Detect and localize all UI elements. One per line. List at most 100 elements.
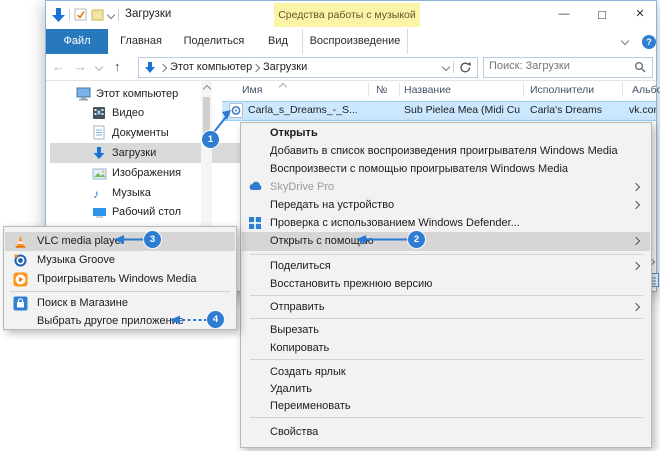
- submenu-item-search-store[interactable]: Поиск в Магазине: [5, 294, 235, 312]
- menu-item-share[interactable]: Поделиться: [242, 257, 650, 275]
- breadcrumb-this-pc[interactable]: Этот компьютер: [170, 58, 252, 77]
- search-icon[interactable]: [634, 61, 647, 79]
- column-header-album[interactable]: Альбом: [632, 81, 660, 99]
- up-icon[interactable]: ↑: [114, 54, 121, 80]
- store-icon: [13, 296, 28, 311]
- submenu-item-groove-music[interactable]: Музыка Groove: [5, 251, 235, 269]
- breadcrumb-downloads[interactable]: Загрузки: [263, 58, 307, 77]
- open-with-submenu: VLC media player Музыка Groove Проигрыва…: [3, 226, 237, 330]
- computer-icon: [76, 87, 91, 108]
- menu-item-copy[interactable]: Копировать: [242, 339, 650, 357]
- tab-share[interactable]: Поделиться: [174, 29, 254, 54]
- tab-play[interactable]: Воспроизведение: [302, 29, 408, 54]
- submenu-chevron-icon: [632, 183, 640, 191]
- sidebar-item-documents[interactable]: Документы: [92, 123, 169, 143]
- forward-icon[interactable]: →: [74, 54, 87, 80]
- breadcrumb-chevron-icon[interactable]: [159, 63, 167, 71]
- callout-badge-1: 1: [202, 131, 219, 148]
- menu-item-cast-to-device[interactable]: Передать на устройство: [242, 196, 650, 214]
- vlc-icon: [13, 234, 28, 249]
- recent-locations-chevron-icon[interactable]: [95, 63, 103, 71]
- sidebar-item-downloads[interactable]: Загрузки: [50, 143, 246, 163]
- divider: [453, 61, 454, 73]
- menu-separator: [250, 417, 643, 418]
- search-input[interactable]: [489, 60, 619, 72]
- breadcrumb-chevron-icon[interactable]: [252, 63, 260, 71]
- refresh-icon[interactable]: [459, 61, 472, 79]
- menu-item-add-to-wmp-playlist[interactable]: Добавить в список воспроизведения проигр…: [242, 142, 650, 160]
- scroll-up-icon[interactable]: [203, 85, 211, 93]
- search-box[interactable]: [483, 57, 653, 78]
- menu-item-cut[interactable]: Вырезать: [242, 321, 650, 339]
- wmp-icon: [13, 272, 28, 287]
- callout-badge-4: 4: [207, 311, 224, 328]
- menu-item-open[interactable]: Открыть: [242, 124, 650, 142]
- context-menu: Открыть Добавить в список воспроизведени…: [240, 122, 652, 448]
- desktop-icon: [92, 206, 107, 226]
- sort-ascending-icon: [279, 83, 287, 91]
- address-bar[interactable]: Этот компьютер Загрузки: [138, 57, 478, 78]
- sidebar-item-this-pc[interactable]: Этот компьютер: [76, 84, 178, 104]
- divider: [118, 9, 119, 21]
- menu-item-scan-with-defender[interactable]: Проверка с использованием Windows Defend…: [242, 214, 650, 232]
- sidebar-item-video[interactable]: Видео: [92, 103, 144, 123]
- windows-defender-icon: [248, 216, 263, 231]
- menu-item-send-to[interactable]: Отправить: [242, 298, 650, 316]
- contextual-tab-group-label[interactable]: Средства работы с музыкой: [274, 3, 420, 27]
- sidebar-item-music[interactable]: ♪ Музыка: [92, 183, 151, 203]
- music-icon: ♪: [93, 184, 99, 204]
- tab-home[interactable]: Главная: [108, 29, 174, 54]
- callout-badge-2: 2: [408, 231, 425, 248]
- submenu-chevron-icon: [632, 237, 640, 245]
- close-button[interactable]: ✕: [624, 1, 656, 28]
- menu-separator: [250, 254, 643, 255]
- menu-item-play-with-wmp[interactable]: Воспроизвести с помощью проигрывателя Wi…: [242, 160, 650, 178]
- sidebar-item-desktop[interactable]: Рабочий стол: [92, 202, 181, 222]
- menu-separator: [250, 318, 643, 319]
- column-divider: [399, 82, 400, 97]
- file-title-cell[interactable]: Sub Pielea Mea (Midi Cult...: [404, 101, 520, 119]
- file-artists-cell[interactable]: Carla's Dreams: [530, 101, 620, 119]
- submenu-item-choose-another-app[interactable]: Выбрать другое приложение: [5, 312, 235, 330]
- submenu-item-windows-media-player[interactable]: Проигрыватель Windows Media: [5, 270, 235, 288]
- file-name-cell[interactable]: Carla_s_Dreams_-_S...: [248, 101, 366, 119]
- address-dropdown-chevron-icon[interactable]: [442, 62, 450, 70]
- qat-properties-check-icon[interactable]: [74, 8, 88, 27]
- column-header-artists[interactable]: Исполнители: [530, 81, 594, 99]
- column-header-title[interactable]: Название: [404, 81, 451, 99]
- maximize-button[interactable]: □: [586, 1, 618, 28]
- menu-separator: [250, 359, 643, 360]
- column-divider: [622, 82, 623, 97]
- titlebar: Загрузки Средства работы с музыкой — □ ✕: [46, 1, 656, 29]
- media-file-icon[interactable]: [229, 103, 243, 123]
- menu-item-properties[interactable]: Свойства: [242, 423, 650, 441]
- submenu-chevron-icon: [632, 201, 640, 209]
- downloads-icon[interactable]: [51, 7, 66, 28]
- menu-item-create-shortcut[interactable]: Создать ярлык: [242, 363, 650, 381]
- downloads-icon: [144, 61, 156, 79]
- submenu-item-vlc[interactable]: VLC media player: [5, 232, 235, 251]
- menu-item-delete[interactable]: Удалить: [242, 380, 650, 398]
- minimize-button[interactable]: —: [548, 1, 580, 28]
- menu-separator: [10, 291, 230, 292]
- menu-separator: [250, 295, 643, 296]
- qat-customize-chevron-icon[interactable]: [107, 11, 115, 19]
- column-header-name[interactable]: Имя: [242, 81, 262, 99]
- menu-item-rename[interactable]: Переименовать: [242, 397, 650, 415]
- menu-item-open-with[interactable]: Открыть с помощью: [242, 232, 650, 251]
- column-header-number[interactable]: №: [376, 81, 387, 99]
- file-album-cell[interactable]: vk.com/m: [629, 101, 656, 119]
- sidebar-item-pictures[interactable]: Изображения: [92, 163, 181, 183]
- divider: [69, 9, 70, 21]
- window-title: Загрузки: [125, 8, 171, 20]
- tab-view[interactable]: Вид: [254, 29, 302, 54]
- tab-file[interactable]: Файл: [46, 29, 108, 54]
- back-icon[interactable]: ←: [52, 54, 65, 80]
- submenu-chevron-icon: [632, 303, 640, 311]
- callout-badge-3: 3: [144, 231, 161, 248]
- menu-item-skydrive-pro[interactable]: SkyDrive Pro: [242, 178, 650, 196]
- help-icon[interactable]: ?: [642, 35, 656, 49]
- qat-new-folder-icon[interactable]: [91, 8, 105, 27]
- menu-item-restore-previous-version[interactable]: Восстановить прежнюю версию: [242, 275, 650, 293]
- submenu-chevron-icon: [632, 262, 640, 270]
